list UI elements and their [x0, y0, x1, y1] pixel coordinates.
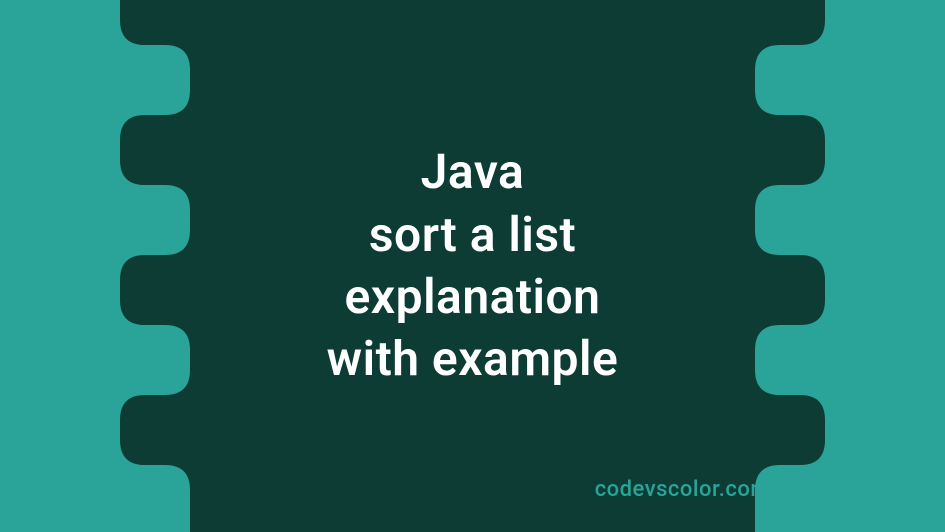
- title-line-4: with example: [327, 328, 619, 390]
- watermark-text: codevscolor.com: [595, 477, 770, 502]
- title-line-1: Java: [327, 141, 619, 203]
- title-line-3: explanation: [327, 266, 619, 328]
- banner-container: Java sort a list explanation with exampl…: [0, 0, 945, 532]
- title-content: Java sort a list explanation with exampl…: [327, 141, 619, 391]
- title-line-2: sort a list: [327, 204, 619, 266]
